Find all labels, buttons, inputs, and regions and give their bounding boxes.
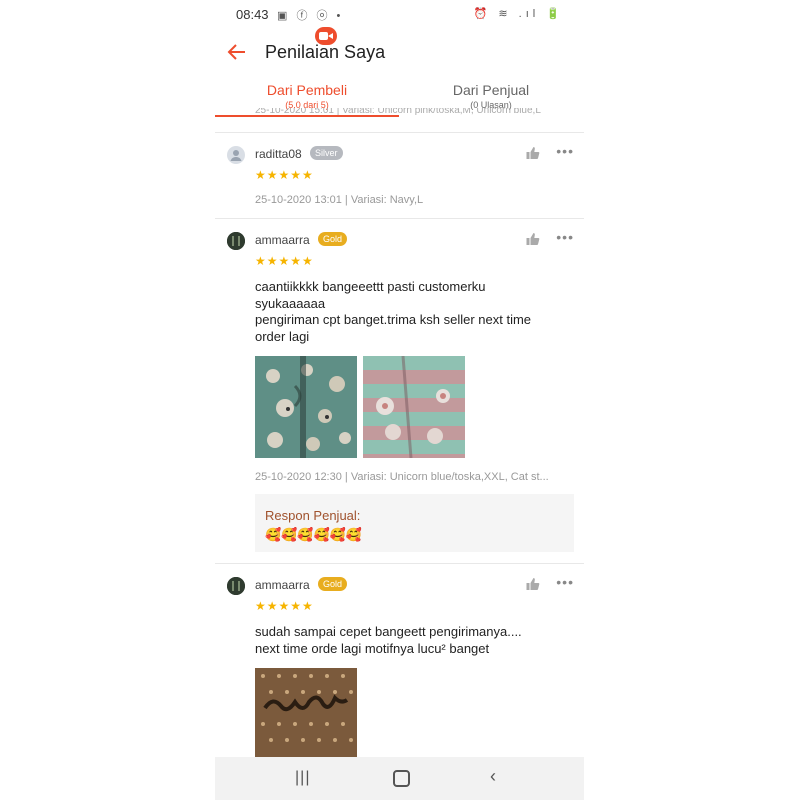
system-nav-bar: ||| ‹ [215,757,584,800]
home-icon[interactable] [393,770,410,787]
notification-icons: ▣ ⓕ ⓞ • [277,10,344,22]
review-text-line: order lagi [255,328,310,344]
review-text: caantiikkkk bangeeettt pasti customerku … [255,279,555,345]
review-text-line: caantiikkkk bangeeettt pasti customerku [255,279,486,294]
status-bar: 08:43 ▣ ⓕ ⓞ • ⏰ ≋ .ıl 🔋 [215,0,584,30]
star-rating: ★★★★★ [255,254,314,268]
app-header: Penilaian Saya [215,27,584,78]
review-photo[interactable] [255,668,357,757]
star-rating: ★★★★★ [255,599,314,613]
cutoff-meta-text: 25-10-2020 15:01 | Variasi: Unicorn pink… [255,108,541,116]
arrow-left-icon[interactable] [225,40,251,66]
phone-screen: 08:43 ▣ ⓕ ⓞ • ⏰ ≋ .ıl 🔋 Penilaian Saya D… [215,0,584,800]
seller-response-label: Respon Penjual: [265,508,361,523]
thumbs-up-icon[interactable] [526,232,540,246]
seller-response-text: 🥰🥰🥰🥰🥰🥰 [265,527,363,542]
more-options-icon[interactable]: ••• [556,574,574,590]
status-time: 08:43 [236,7,269,22]
back-icon[interactable]: ‹ [490,766,496,787]
review-item: raditta08 Silver ••• ★★★★★ 25-10-2020 13… [215,133,584,218]
username[interactable]: ammaarra [255,233,310,247]
seller-response: Respon Penjual: 🥰🥰🥰🥰🥰🥰 [255,494,574,552]
recent-apps-icon[interactable]: ||| [295,769,310,787]
review-item: ammaarra Gold ••• ★★★★★ caantiikkkk bang… [215,219,584,563]
review-text-line: sudah sampai cepet bangeett pengirimanya… [255,624,522,639]
avatar[interactable] [227,577,245,595]
review-text: sudah sampai cepet bangeett pengirimanya… [255,624,555,657]
review-text-line: syukaaaaaa [255,295,326,311]
avatar[interactable] [227,232,245,250]
review-item: ammaarra Gold ••• ★★★★★ sudah sampai cep… [215,564,584,757]
tab-dari-penjual[interactable]: Dari Penjual (0 Ulasan) [399,82,583,110]
review-photo[interactable] [363,356,465,458]
review-text-line: pengiriman cpt banget.trima ksh seller n… [255,312,532,327]
system-icons: ⏰ ≋ .ıl 🔋 [473,8,564,20]
tab-dari-pembeli[interactable]: Dari Pembeli (5.0 dari 5) [215,82,399,110]
more-options-icon[interactable]: ••• [556,229,574,245]
video-record-icon[interactable] [315,27,337,45]
review-photo[interactable] [255,356,357,458]
more-options-icon[interactable]: ••• [556,143,574,159]
member-badge: Silver [310,146,343,160]
avatar-default-icon[interactable] [227,146,245,164]
member-badge: Gold [318,577,348,591]
thumbs-up-icon[interactable] [526,146,540,160]
member-badge: Gold [318,232,348,246]
username[interactable]: raditta08 [255,147,302,161]
review-meta: 25-10-2020 12:30 | Variasi: Unicorn blue… [255,471,549,483]
review-meta: 25-10-2020 13:01 | Variasi: Navy,L [255,194,424,206]
star-rating: ★★★★★ [255,168,314,182]
tab-label: Dari Penjual [452,82,530,98]
page-title: Penilaian Saya [265,42,386,62]
username[interactable]: ammaarra [255,578,310,592]
thumbs-up-icon[interactable] [526,577,540,591]
review-text-line: next time orde lagi motifnya lucu² bange… [255,640,490,656]
tab-label: Dari Pembeli [266,82,348,98]
